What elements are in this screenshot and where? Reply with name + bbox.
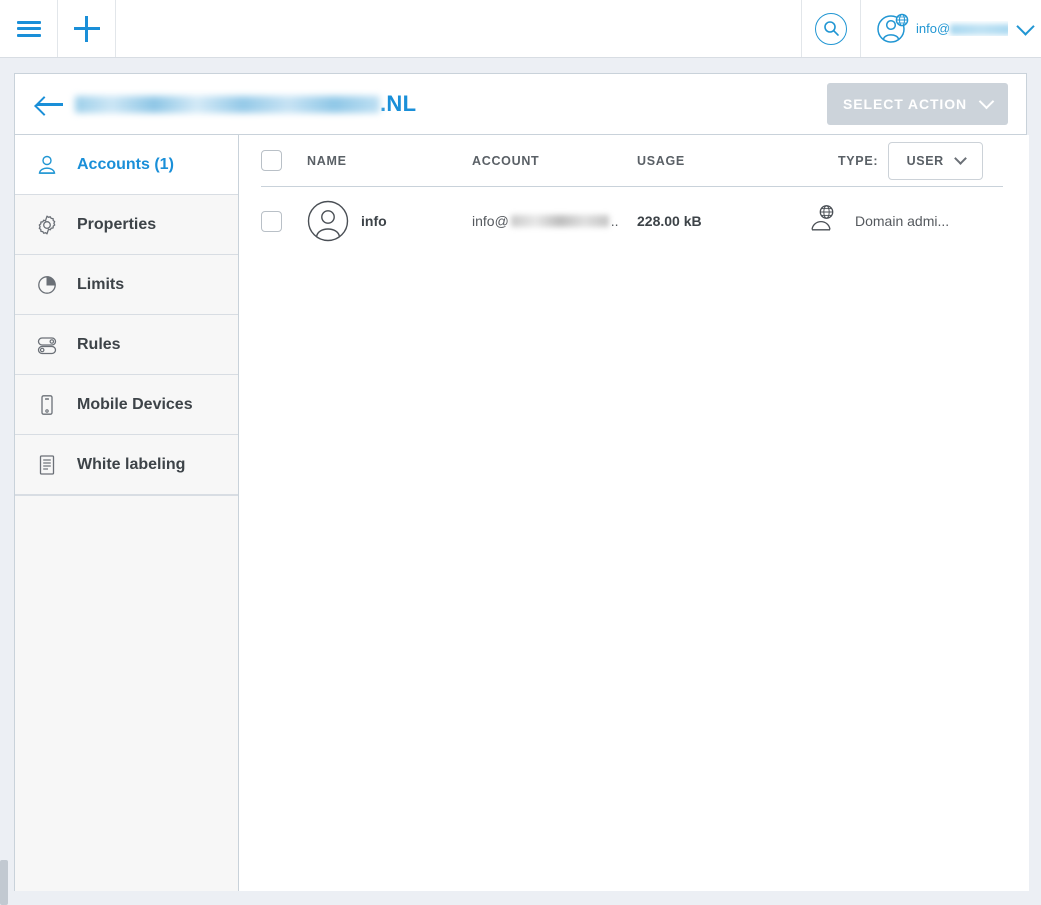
user-email-label: info@... xyxy=(916,21,1008,36)
domain-detail-card: .NL SELECT ACTION Accounts (1) xyxy=(14,73,1027,891)
table-row[interactable]: info info@.. 228.00 kB xyxy=(261,187,1003,255)
select-all-cell xyxy=(261,150,307,171)
top-bar: info@... xyxy=(0,0,1041,58)
user-globe-avatar-icon xyxy=(875,12,909,46)
chevron-down-icon xyxy=(979,94,995,110)
sidebar-item-label: Rules xyxy=(77,336,121,354)
row-select-cell xyxy=(261,211,307,232)
sidebar-item-accounts[interactable]: Accounts (1) xyxy=(15,135,238,195)
column-header-type: TYPE: xyxy=(838,154,878,168)
accounts-panel: NAME ACCOUNT USAGE TYPE: USER xyxy=(239,135,1029,891)
top-bar-spacer xyxy=(116,0,801,57)
add-button[interactable] xyxy=(58,0,116,57)
cell-account: info@.. xyxy=(472,213,637,229)
select-all-checkbox[interactable] xyxy=(261,150,282,171)
card-body: Accounts (1) Properties xyxy=(15,135,1026,891)
menu-toggle-button[interactable] xyxy=(0,0,58,57)
column-header-name: NAME xyxy=(307,154,472,168)
card-header: .NL SELECT ACTION xyxy=(15,74,1026,135)
sidebar-empty-area xyxy=(15,495,238,496)
sidebar-item-properties[interactable]: Properties xyxy=(15,195,238,255)
type-filter-value: USER xyxy=(907,154,944,168)
search-icon xyxy=(815,13,847,45)
user-account-menu[interactable]: info@... xyxy=(861,0,1041,57)
user-avatar-icon xyxy=(307,200,349,242)
account-type-label: Domain admi... xyxy=(855,213,949,229)
chevron-down-icon xyxy=(1016,17,1034,35)
toggle-switch-icon xyxy=(33,333,61,357)
search-button[interactable] xyxy=(801,0,861,57)
sidebar-item-label: Limits xyxy=(77,276,124,294)
plus-icon xyxy=(74,16,100,42)
type-filter-group: TYPE: USER xyxy=(807,142,1003,180)
account-name: info xyxy=(361,213,387,229)
row-checkbox[interactable] xyxy=(261,211,282,232)
domain-name-redacted xyxy=(75,96,380,113)
cell-usage: 228.00 kB xyxy=(637,213,807,229)
document-list-icon xyxy=(33,453,61,477)
column-header-account: ACCOUNT xyxy=(472,154,637,168)
account-email-redacted xyxy=(511,215,609,227)
column-header-usage: USAGE xyxy=(637,154,807,168)
type-filter-dropdown[interactable]: USER xyxy=(888,142,983,180)
cell-name: info xyxy=(307,200,472,242)
sidebar-item-limits[interactable]: Limits xyxy=(15,255,238,315)
hamburger-icon xyxy=(17,21,41,37)
person-icon xyxy=(33,153,61,177)
account-email-suffix: .. xyxy=(611,213,619,229)
sidebar: Accounts (1) Properties xyxy=(15,135,239,891)
page-title: .NL xyxy=(75,91,416,117)
table-header-row: NAME ACCOUNT USAGE TYPE: USER xyxy=(261,135,1003,187)
sidebar-item-label: Mobile Devices xyxy=(77,396,193,414)
gear-icon xyxy=(33,213,61,237)
sidebar-item-rules[interactable]: Rules xyxy=(15,315,238,375)
domain-admin-globe-icon xyxy=(807,202,841,241)
sidebar-item-label: Properties xyxy=(77,216,156,234)
page-scrollbar[interactable] xyxy=(0,860,8,905)
account-email-prefix: info@ xyxy=(472,213,509,229)
select-action-button[interactable]: SELECT ACTION xyxy=(827,83,1008,125)
pie-chart-icon xyxy=(33,273,61,297)
back-arrow-icon[interactable] xyxy=(35,93,65,115)
chevron-down-icon xyxy=(954,152,967,165)
sidebar-item-mobile-devices[interactable]: Mobile Devices xyxy=(15,375,238,435)
sidebar-item-white-labeling[interactable]: White labeling xyxy=(15,435,238,495)
sidebar-item-label: Accounts (1) xyxy=(77,156,174,174)
sidebar-item-label: White labeling xyxy=(77,456,185,474)
mobile-phone-icon xyxy=(33,393,61,417)
select-action-label: SELECT ACTION xyxy=(843,96,967,112)
cell-type: Domain admi... xyxy=(807,202,1003,241)
user-email-redacted xyxy=(950,24,1008,35)
